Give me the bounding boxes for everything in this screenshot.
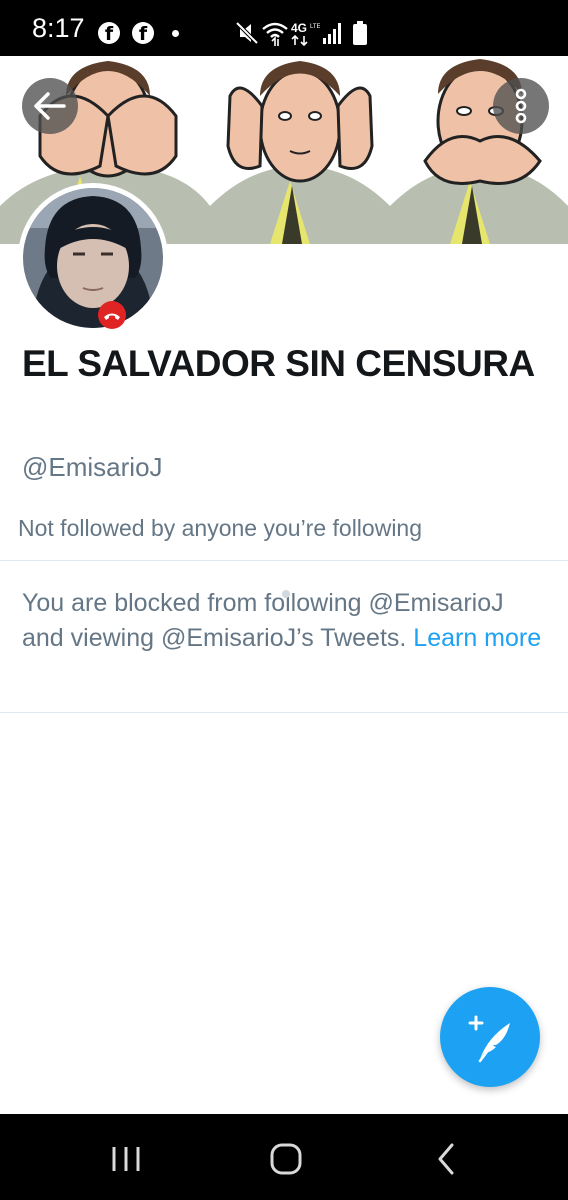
facebook-icon: f — [132, 22, 154, 45]
battery-icon — [353, 21, 367, 45]
more-vertical-icon — [515, 88, 527, 124]
loading-indicator — [282, 590, 290, 598]
mute-icon — [235, 21, 259, 45]
profile-handle: @EmisarioJ — [22, 452, 163, 482]
profile-name: EL SALVADOR SIN CENSURA — [22, 343, 535, 384]
nav-back-button[interactable] — [386, 1114, 506, 1200]
home-button[interactable] — [226, 1114, 346, 1200]
call-badge — [98, 301, 126, 329]
4g-lte-icon: 4G LTE — [291, 21, 320, 46]
phone-hangup-icon — [104, 313, 120, 320]
home-icon — [270, 1143, 302, 1175]
signal-icon — [323, 23, 341, 44]
divider — [0, 712, 568, 713]
hear-no-evil-figure — [210, 61, 390, 244]
svg-text:LTE: LTE — [310, 24, 320, 30]
status-time: 8:17 — [32, 13, 85, 43]
recents-icon — [112, 1147, 140, 1171]
more-options-button[interactable] — [493, 78, 549, 134]
back-arrow-icon — [34, 92, 66, 120]
facebook-icon: f — [98, 22, 120, 45]
recents-button[interactable] — [66, 1114, 186, 1200]
avatar-photo — [23, 188, 163, 328]
avatar[interactable] — [18, 183, 168, 333]
dot-icon — [172, 30, 179, 37]
divider — [0, 560, 568, 561]
compose-tweet-button[interactable] — [440, 987, 540, 1087]
followers-you-know-note: Not followed by anyone you’re following — [18, 515, 423, 541]
learn-more-link[interactable]: Learn more — [413, 624, 541, 652]
back-icon — [438, 1143, 454, 1175]
status-bar: 8:17 f f 4G LTE — [0, 0, 568, 56]
back-button[interactable] — [22, 78, 78, 134]
network-label: 4G — [291, 21, 307, 35]
compose-tweet-icon — [468, 1015, 510, 1063]
system-nav-bar — [0, 1114, 568, 1200]
wifi-icon — [262, 22, 288, 46]
